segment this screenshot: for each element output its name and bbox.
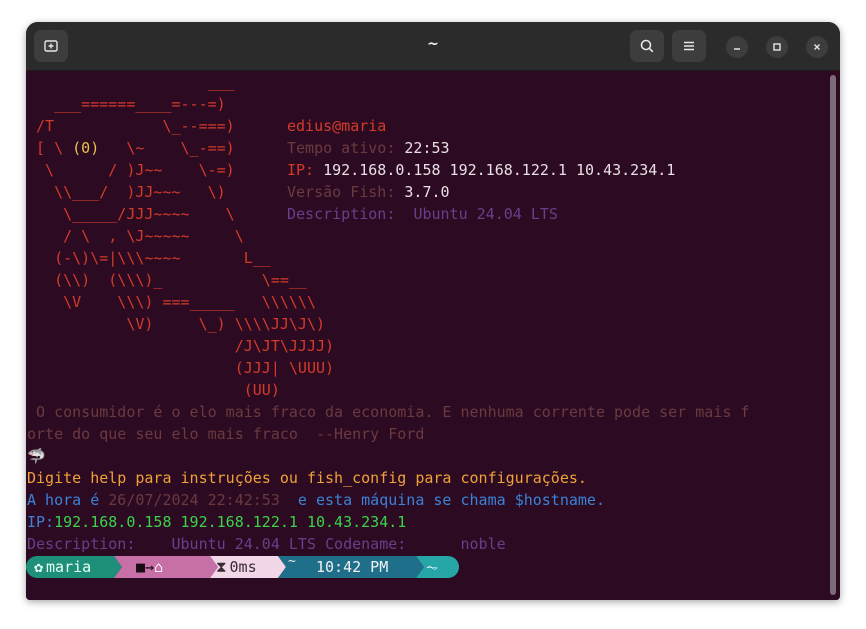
minimize-icon [734, 48, 740, 50]
scrollbar[interactable] [830, 75, 836, 595]
ascii-art-line: \\___/ )JJ~~~ \) [27, 183, 226, 201]
quote-line-2: orte do que seu elo mais fraco --Henry F… [27, 425, 425, 443]
folder-icon: ■ [136, 558, 146, 576]
hora-line: A hora é 26/07/2024 22:42:53 e esta máqu… [27, 491, 605, 509]
home-icon: ⌂ [154, 558, 164, 576]
ascii-art-line: (UU) [27, 381, 280, 399]
prompt-line-2[interactable]: ⚡edius ❯❯ [36, 579, 191, 600]
prompt-powerline: ✿ maria ■ → ⌂ ⧗ 0ms ~ 10:42 PM ⏦ [26, 554, 486, 578]
window-title: ~ [427, 36, 439, 52]
ascii-art-line: ___ [27, 73, 235, 91]
ascii-art-line: \V) \_) \\\\JJ\J\) [27, 315, 326, 333]
prompt-dir: ■ → ⌂ [136, 556, 163, 578]
prompt-tilde: ~ [288, 553, 296, 569]
ip-line: IP:192.168.0.158 192.168.122.1 10.43.234… [27, 513, 407, 531]
sysinfo-uptime: Tempo ativo: 22:53 [287, 139, 450, 157]
sysinfo-ip: IP: 192.168.0.158 192.168.122.1 10.43.23… [287, 161, 676, 179]
ascii-art-line: \V \\\) ===_____ \\\\\\ [27, 293, 316, 311]
ascii-art-line: (JJJ| \UUU) [27, 359, 335, 377]
sysinfo-fish-version: Versão Fish: 3.7.0 [287, 183, 450, 201]
arrow-icon: → [145, 558, 155, 576]
prompt-user: ✿ maria [34, 558, 92, 576]
title-bar: ~ [26, 22, 840, 71]
close-icon [814, 44, 820, 50]
search-icon [640, 39, 654, 53]
minimize-button[interactable] [726, 36, 748, 58]
maximize-button[interactable] [766, 36, 788, 58]
ascii-art-line: (-\)\=|\\\~~~~ L__ [27, 249, 271, 267]
close-button[interactable] [806, 36, 828, 58]
description-line: Description: Ubuntu 24.04 LTS Codename: … [27, 535, 506, 553]
menu-button[interactable] [672, 30, 706, 62]
sysinfo-user: edius@maria [287, 117, 387, 135]
ascii-art-line: /T \_--===) [27, 117, 235, 135]
ascii-art-line: [ \ (0) \~ \_-==) [27, 139, 235, 157]
maximize-icon [773, 43, 781, 51]
prompt-duration: ⧗ 0ms [216, 558, 257, 576]
prompt-time: 10:42 PM [316, 558, 389, 576]
ascii-art-line: ___======____=---=) [27, 95, 226, 113]
sysinfo-description: Description: Ubuntu 24.04 LTS [287, 205, 558, 223]
activity-icon: ⏦ [426, 558, 439, 576]
help-line: Digite help para instruções ou fish_conf… [27, 469, 587, 487]
search-button[interactable] [630, 30, 664, 62]
ubuntu-icon: ✿ [34, 558, 44, 576]
quote-line-1: O consumidor é o elo mais fraco da econo… [27, 403, 750, 421]
hamburger-menu-icon [684, 41, 694, 51]
terminal-window: ~ ___ ___======____=---=) /T \_--===) [ … [26, 22, 840, 600]
ascii-art-line: \_____/JJJ~~~~ \ [27, 205, 235, 223]
timer-icon: ⧗ [216, 558, 227, 576]
ascii-art-line: / \ , \J~~~~~ \ [27, 227, 244, 245]
ascii-art-line: (\\) (\\\)_ \==__ [27, 271, 307, 289]
ascii-art-line: \ / )J~~ \-=) [27, 161, 235, 179]
shark-icon: 🦈 [27, 447, 46, 465]
ascii-art-line: /J\JT\JJJJ) [27, 337, 335, 355]
terminal-output[interactable]: ___ ___======____=---=) /T \_--===) [ \ … [26, 71, 840, 600]
